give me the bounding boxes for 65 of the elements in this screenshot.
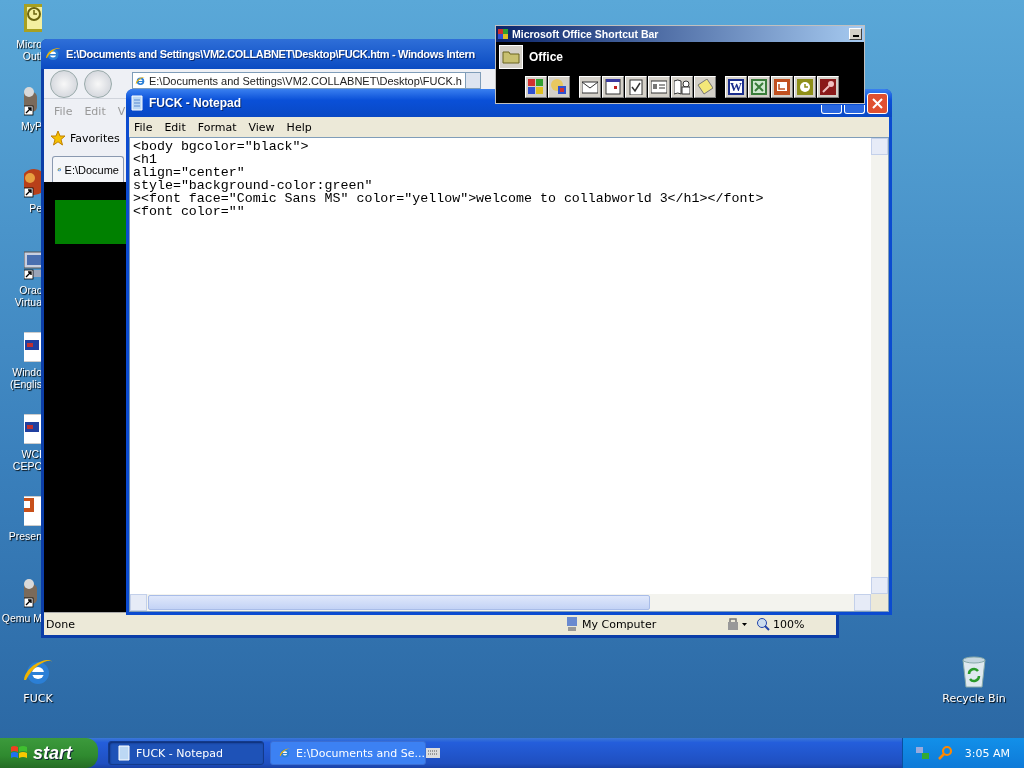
computer-icon (566, 617, 578, 631)
window-icon (528, 79, 544, 95)
document-icon[interactable] (24, 332, 42, 362)
notepad-icon (117, 745, 131, 761)
close-button[interactable] (867, 93, 888, 114)
browser-icon (45, 46, 61, 62)
note-icon (697, 79, 713, 95)
contact-card-icon (651, 79, 667, 95)
folder-icon (502, 50, 520, 64)
menu-item[interactable]: View (248, 120, 275, 134)
taskbar-button[interactable]: E:\Documents and Se... (270, 741, 426, 765)
icon-label[interactable]: Qemu M (1, 612, 42, 624)
slide-icon[interactable] (24, 496, 42, 526)
vertical-scrollbar[interactable] (871, 138, 888, 594)
shortcut-button[interactable] (548, 76, 570, 98)
close-icon (872, 98, 883, 109)
icon-label[interactable]: Windo (Englis (9, 366, 42, 390)
scrollbar-corner (871, 594, 888, 611)
book-icon (674, 79, 690, 95)
icon-label[interactable]: MyP (21, 120, 42, 132)
minimize-button[interactable] (849, 28, 862, 40)
star-icon (50, 130, 66, 146)
window-title: FUCK - Notepad (149, 96, 241, 110)
notepad-icon (130, 95, 144, 111)
window-title: E:\Documents and Settings\VM2.COLLABNET\Desktop\FUCK.htm - Windows Intern (66, 48, 475, 60)
menu-item[interactable]: File (134, 120, 153, 134)
shortcut-button[interactable] (525, 76, 547, 98)
shortcut-button[interactable] (671, 76, 693, 98)
icon-label[interactable]: Presen (8, 530, 42, 542)
clock[interactable]: 3:05 AM (964, 746, 1010, 760)
menu-item[interactable]: Format (197, 120, 237, 134)
taskbar-button[interactable]: FUCK - Notepad (108, 741, 264, 765)
menu-item[interactable]: Help (286, 120, 312, 134)
recycle-bin-icon[interactable] (959, 656, 989, 688)
shortcut-button[interactable] (648, 76, 670, 98)
icon-label[interactable]: Pe (29, 202, 42, 214)
address-field[interactable]: E:\Documents and Settings\VM2.COLLABNET\Desktop\FUCK.h (132, 72, 481, 89)
favorites-button[interactable]: Favorites (70, 131, 120, 145)
zoom-level[interactable]: 100% (773, 617, 805, 631)
app-icon (498, 29, 508, 39)
browser-tab[interactable]: E:\Docume (52, 156, 124, 182)
shortcut-button[interactable] (579, 76, 601, 98)
horizontal-scrollbar[interactable] (130, 594, 871, 611)
icon-label[interactable]: Micro Outl (16, 38, 42, 62)
maximize-button[interactable] (844, 105, 865, 114)
checklist-icon (628, 79, 644, 95)
icon-label[interactable]: Recycle Bin (942, 692, 1006, 705)
heading-block (55, 200, 126, 244)
envelope-icon (582, 79, 598, 95)
icon-label[interactable]: Orac Virtua (14, 284, 42, 308)
toolbar-name: Office (529, 50, 563, 64)
document-icon[interactable] (24, 414, 42, 444)
window-title: Microsoft Office Shortcut Bar (512, 28, 659, 40)
start-button[interactable]: start (0, 738, 98, 768)
shortcut-button[interactable] (602, 76, 624, 98)
lock-icon[interactable] (726, 617, 748, 631)
folder-button[interactable] (499, 45, 523, 69)
menu-item[interactable]: Edit (164, 120, 186, 134)
status-text: Done (45, 617, 76, 631)
icon-label[interactable]: FUCK (23, 692, 53, 705)
shortcut-button[interactable]: W (725, 76, 747, 98)
icon-label[interactable]: WCI CEPC (12, 448, 42, 472)
zoom-icon[interactable] (756, 617, 770, 631)
zone-text: My Computer (582, 617, 657, 631)
shortcut-button[interactable] (625, 76, 647, 98)
